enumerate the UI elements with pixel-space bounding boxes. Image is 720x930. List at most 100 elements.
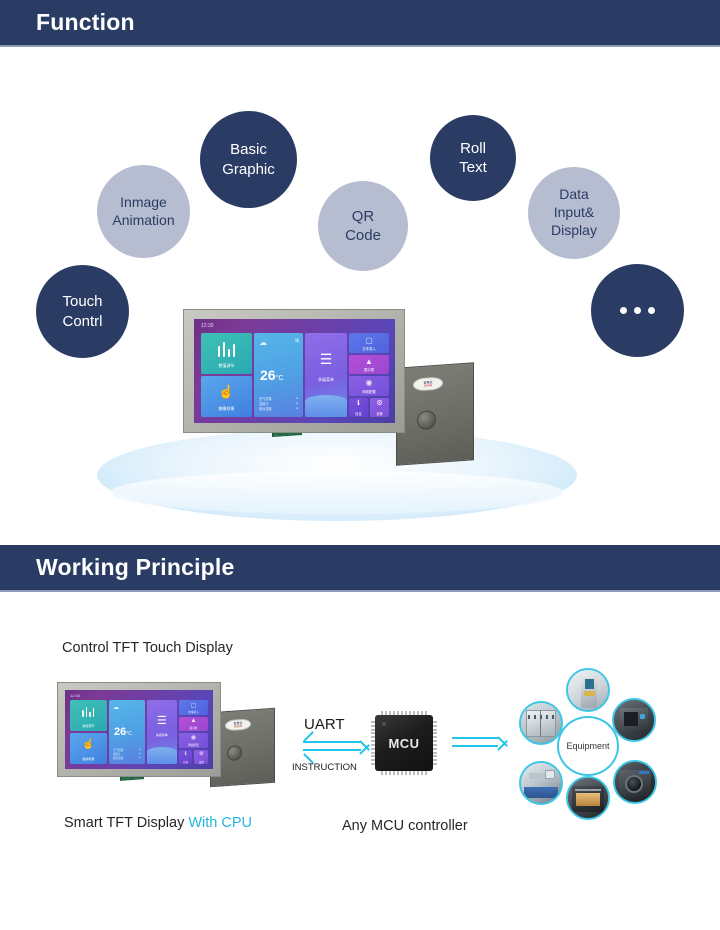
page-title-function: Function (36, 9, 135, 35)
function-bubble-label-line: Data (559, 186, 589, 203)
section-header-principle: Working Principle (0, 545, 720, 592)
touch-hand-icon-small: ☝ (82, 738, 95, 750)
settings-caption: 设置 (376, 412, 383, 416)
function-bubble-label-line: Code (345, 227, 381, 244)
info-icon-small: ℹ (184, 750, 187, 757)
vending-controls-shape (528, 715, 554, 719)
value-adjust-tile[interactable]: 数值调节 (201, 333, 252, 374)
settings-tile-small[interactable]: ⚙ 设置 (194, 749, 209, 764)
text-input-tile[interactable]: ▢ 文本录入 (348, 333, 389, 353)
temperature-unit-small: °C (126, 730, 132, 737)
function-bubble-basic-graphic[interactable]: Basic Graphic (200, 111, 297, 208)
device-screen-small: 12:30 数值调节 ☝ 触摸效果 ☁ 26°C 空气质量 ● 温度计 ● 相对… (65, 690, 213, 769)
temperature-reading-small: 26°C (114, 726, 132, 738)
value-adjust-caption: 数值调节 (218, 363, 235, 368)
weather-detail-rows: 空气质量 ● 温度计 ● 相对湿度 ● (254, 396, 303, 411)
uart-label: UART (304, 716, 345, 733)
sliders-icon-small (70, 706, 107, 718)
function-bubble-touch-control[interactable]: Touch Contrl (36, 265, 129, 358)
network-config-caption-small: 网络配置 (188, 743, 199, 747)
list-menu-icon-small: ☰ (156, 715, 167, 728)
function-bubble-label-line: Basic (230, 141, 267, 159)
weather-tile[interactable]: ☁ 晴 26°C 空气质量 ● 温度计 ● 相对湿度 ● (253, 333, 304, 417)
industrial-base-shape (524, 787, 558, 798)
info-tile-small[interactable]: ℹ 信息 (178, 749, 193, 764)
industrial-panel-shape (545, 770, 555, 779)
equipment-center-node: Equipment (557, 716, 619, 776)
equipment-node-oven-appliance[interactable] (566, 776, 610, 820)
function-bubble-qr-code[interactable]: QR Code (318, 181, 408, 271)
control-display-label-text: Control TFT Touch Display (62, 640, 233, 656)
multilevel-menu-tile[interactable]: ☰ 多级菜单 (305, 333, 347, 417)
equipment-node-printer-3d[interactable] (612, 698, 656, 742)
screen-status-time: 12:30 (201, 323, 214, 329)
mcu-pins-top (381, 711, 427, 715)
tft-display-device-large: 智慧云 DWIN DMG12730T050_06WTC V1.0 2017/00… (183, 287, 474, 467)
principle-panel: Control TFT Touch Display Smart TFT Disp… (0, 592, 720, 930)
instruction-label: INSTRUCTION (292, 762, 357, 773)
function-bubble-label-line: QR (351, 207, 375, 225)
function-bubble-data-input-display[interactable]: Data Input& Display (528, 167, 620, 259)
smart-display-label-accent: With CPU (188, 815, 253, 831)
warning-icon: ▲ (365, 357, 373, 367)
tile-row-bottom: ℹ 信息 ⚙ 设置 (348, 397, 390, 417)
smart-display-label-main: Smart TFT Display (64, 815, 189, 831)
equipment-node-industrial-machine[interactable] (519, 761, 563, 805)
function-bubble-label-line: Roll (460, 139, 486, 157)
function-bubble-inmage-animation[interactable]: Inmage Animation (97, 165, 190, 258)
network-config-tile-small[interactable]: ◉ 网络配置 (178, 733, 208, 748)
touch-effect-caption-small: 触摸效果 (82, 757, 95, 761)
page-root: Function Inmage Animation Basic Graphic QR Co… (0, 0, 720, 930)
device-brand-sticker: 智慧云 DWIN (413, 376, 443, 392)
network-config-caption: 网络配置 (362, 389, 376, 394)
gear-icon: ⚙ (376, 400, 383, 408)
mcu-orientation-dot (382, 722, 386, 726)
function-bubble-more[interactable] (591, 264, 684, 357)
settings-caption-small: 设置 (198, 761, 204, 764)
function-panel: Inmage Animation Basic Graphic QR Code Roll Tex… (0, 47, 720, 521)
equipment-node-kiosk-terminal[interactable] (566, 668, 610, 712)
printer-badge-shape (640, 714, 645, 719)
mcu-pins-right (433, 721, 437, 765)
section-header-function: Function (0, 0, 720, 47)
mcu-pins-left (371, 721, 375, 765)
text-input-tile-small[interactable]: ▢ 文本录入 (178, 700, 208, 715)
function-bubble-label-line: Graphic (222, 160, 275, 178)
alarm-tile-small[interactable]: ▲ 提示框 (178, 716, 208, 731)
temperature-reading: 26°C (260, 367, 283, 383)
function-bubble-label-line: Input& (553, 204, 595, 221)
washer-drum-shape (625, 775, 643, 793)
touch-effect-tile-small[interactable]: ☝ 触摸效果 (70, 733, 107, 764)
printer-window-shape (624, 712, 638, 726)
function-bubble-label-line: Inmage (120, 193, 167, 210)
multilevel-menu-tile-small[interactable]: ☰ 多级菜单 (146, 700, 177, 764)
warning-icon-small: ▲ (190, 718, 197, 725)
function-bubble-label-line: Contrl (62, 312, 103, 330)
uart-arrow-lines (303, 741, 361, 751)
value-adjust-tile-small[interactable]: 数值调节 (70, 700, 107, 731)
touch-effect-tile[interactable]: ☝ 触摸效果 (201, 376, 252, 417)
wifi-icon: ◉ (365, 378, 373, 388)
network-config-tile[interactable]: ◉ 网络配置 (348, 376, 389, 396)
equipment-cluster: Equipment (514, 668, 662, 820)
temperature-value: 26 (259, 367, 276, 384)
equipment-node-washing-machine[interactable] (613, 760, 657, 804)
screen-tile-grid: 数值调节 ☝ 触摸效果 ☁ 晴 26°C 空气质量 ● 温度计 ● 相对湿度 ●… (201, 333, 390, 417)
device-knob (417, 409, 436, 431)
weather-tile-small[interactable]: ☁ 26°C 空气质量 ● 温度计 ● 相对湿度 ● (108, 700, 145, 764)
settings-tile[interactable]: ⚙ 设置 (369, 397, 390, 417)
info-icon: ℹ (357, 400, 360, 408)
alarm-tile[interactable]: ▲ 提示框 (348, 354, 389, 374)
screen-tile-grid-small: 数值调节 ☝ 触摸效果 ☁ 26°C 空气质量 ● 温度计 ● 相对湿度 ● ☰… (70, 700, 209, 764)
function-bubble-roll-text[interactable]: Roll Text (430, 115, 516, 201)
info-tile[interactable]: ℹ 信息 (348, 397, 368, 417)
more-ellipsis-icon (620, 307, 655, 314)
smart-display-label: Smart TFT Display With CPU (64, 815, 252, 831)
equipment-node-vending-machine[interactable] (519, 701, 563, 745)
function-bubble-label-line: Touch (62, 293, 103, 311)
value-adjust-caption-small: 数值调节 (82, 724, 95, 728)
device-bezel-small: 12:30 数值调节 ☝ 触摸效果 ☁ 26°C 空气质量 ● 温度计 ● 相对… (57, 682, 221, 777)
multilevel-menu-caption: 多级菜单 (318, 376, 335, 382)
list-menu-icon: ☰ (319, 351, 333, 368)
multilevel-menu-caption-small: 多级菜单 (155, 733, 168, 738)
